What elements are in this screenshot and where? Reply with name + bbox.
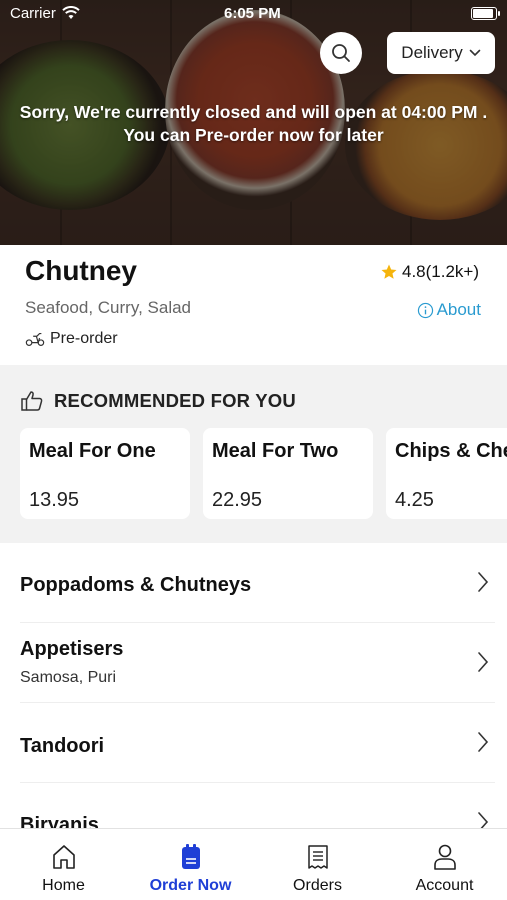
person-icon xyxy=(433,844,456,870)
scooter-icon xyxy=(25,332,45,346)
closed-message: Sorry, We're currently closed and will o… xyxy=(0,101,507,147)
info-icon xyxy=(417,302,433,318)
recommended-section: RECOMMENDED FOR YOU Meal For One 13.95 M… xyxy=(0,365,507,543)
closed-message-line: You can Pre-order now for later xyxy=(123,125,384,145)
card-title: Meal For Two xyxy=(212,440,339,462)
preorder-indicator: Pre-order xyxy=(25,330,118,348)
restaurant-rating: 4.8(1.2k+) xyxy=(380,262,479,282)
card-title: Meal For One xyxy=(29,440,156,462)
category-name: Poppadoms & Chutneys xyxy=(20,574,252,596)
chevron-right-icon xyxy=(478,732,489,752)
category-name: Biryanis xyxy=(20,814,99,828)
star-icon xyxy=(381,264,397,279)
carrier-label: Carrier xyxy=(10,5,56,22)
card-price: 13.95 xyxy=(29,489,80,511)
category-name: Tandoori xyxy=(20,735,105,757)
hero-banner: Carrier 6:05 PM Delivery Sorry, We're cu… xyxy=(0,0,507,245)
chevron-right-icon xyxy=(478,652,489,672)
recommended-title: RECOMMENDED FOR YOU xyxy=(54,390,296,411)
order-mode-label: Delivery xyxy=(401,43,463,62)
chevron-right-icon xyxy=(478,812,489,828)
category-subtitle: Samosa, Puri xyxy=(20,669,117,686)
order-mode-dropdown[interactable]: Delivery xyxy=(387,32,495,74)
search-button[interactable] xyxy=(320,32,362,74)
chevron-down-icon xyxy=(469,49,481,57)
card-price: 4.25 xyxy=(395,489,434,511)
category-row[interactable]: Tandoori xyxy=(20,703,495,783)
wifi-icon xyxy=(62,6,80,19)
chevron-right-icon xyxy=(478,572,489,592)
about-link[interactable]: About xyxy=(417,300,481,320)
category-row[interactable]: Appetisers Samosa, Puri xyxy=(20,623,495,703)
tab-account[interactable]: Account xyxy=(381,829,507,900)
menu-categories: Poppadoms & Chutneys Appetisers Samosa, … xyxy=(0,543,507,828)
restaurant-name: Chutney xyxy=(25,255,137,286)
tab-home[interactable]: Home xyxy=(0,829,127,900)
recommended-card[interactable]: Meal For One 13.95 xyxy=(20,428,190,519)
restaurant-info: Chutney 4.8(1.2k+) Seafood, Curry, Salad… xyxy=(0,245,507,365)
order-icon xyxy=(181,844,200,869)
status-bar: Carrier 6:05 PM xyxy=(0,0,507,28)
restaurant-cuisines: Seafood, Curry, Salad xyxy=(25,298,191,317)
category-name: Appetisers xyxy=(20,638,124,660)
closed-message-line: Sorry, We're currently closed and will o… xyxy=(19,102,488,122)
rating-value: 4.8(1.2k+) xyxy=(401,262,479,281)
tab-label: Order Now xyxy=(149,877,232,894)
recommended-card[interactable]: Chips & Cheese 4.25 xyxy=(386,428,507,519)
tab-order-now[interactable]: Order Now xyxy=(127,829,254,900)
thumbs-up-icon xyxy=(21,391,43,411)
tab-label: Home xyxy=(42,877,85,894)
receipt-icon xyxy=(307,845,328,869)
recommended-heading: RECOMMENDED FOR YOU xyxy=(20,390,296,412)
tab-label: Account xyxy=(415,877,474,894)
preorder-label: Pre-order xyxy=(50,330,118,347)
category-row[interactable]: Biryanis xyxy=(20,783,495,828)
bottom-tab-bar: Home Order Now Orders Account xyxy=(0,828,507,900)
card-title: Chips & Cheese xyxy=(395,440,507,462)
about-label: About xyxy=(436,300,481,319)
search-icon xyxy=(332,44,350,62)
home-icon xyxy=(52,845,75,869)
tab-orders[interactable]: Orders xyxy=(254,829,381,900)
card-price: 22.95 xyxy=(212,489,263,511)
tab-label: Orders xyxy=(293,877,342,894)
battery-icon xyxy=(471,7,500,20)
status-time: 6:05 PM xyxy=(224,5,281,22)
category-row[interactable]: Poppadoms & Chutneys xyxy=(20,543,495,623)
recommended-card[interactable]: Meal For Two 22.95 xyxy=(203,428,373,519)
